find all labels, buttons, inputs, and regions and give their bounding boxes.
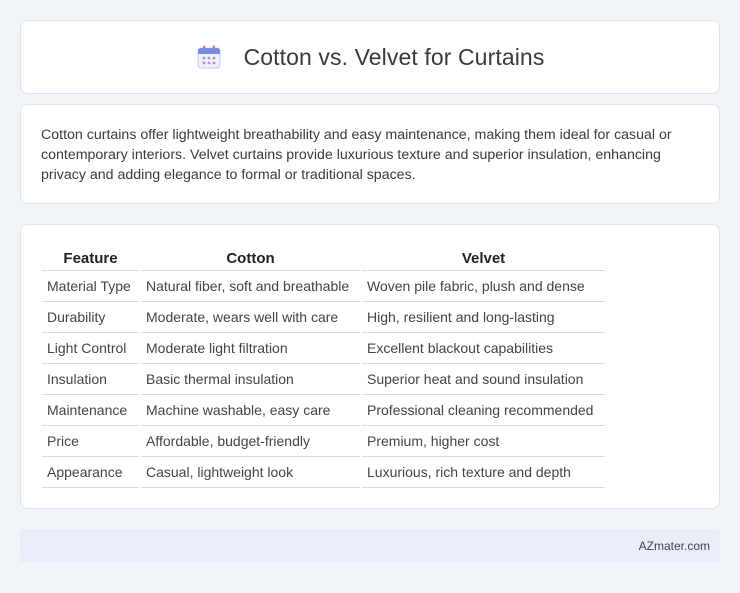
- cell-velvet: Superior heat and sound insulation: [362, 364, 605, 395]
- cell-feature: Price: [42, 426, 139, 457]
- cell-cotton: Machine washable, easy care: [141, 395, 360, 426]
- cell-feature: Material Type: [42, 271, 139, 302]
- cell-velvet: Premium, higher cost: [362, 426, 605, 457]
- intro-paragraph: Cotton curtains offer lightweight breath…: [41, 127, 672, 183]
- cell-cotton: Basic thermal insulation: [141, 364, 360, 395]
- cell-velvet: Woven pile fabric, plush and dense: [362, 271, 605, 302]
- title-wrap: Cotton vs. Velvet for Curtains: [196, 44, 545, 71]
- table-header-row: Feature Cotton Velvet: [42, 247, 605, 271]
- cell-cotton: Casual, lightweight look: [141, 457, 360, 488]
- cell-feature: Appearance: [42, 457, 139, 488]
- cell-cotton: Moderate light filtration: [141, 333, 360, 364]
- cell-velvet: Professional cleaning recommended: [362, 395, 605, 426]
- cell-feature: Light Control: [42, 333, 139, 364]
- page-title: Cotton vs. Velvet for Curtains: [243, 43, 545, 70]
- table-row: Material Type Natural fiber, soft and br…: [42, 271, 605, 302]
- table-row: Durability Moderate, wears well with car…: [42, 302, 605, 333]
- table-row: Insulation Basic thermal insulation Supe…: [42, 364, 605, 395]
- cell-feature: Insulation: [42, 364, 139, 395]
- header-feature: Feature: [42, 247, 139, 271]
- footer-bar: AZmater.com: [20, 529, 720, 562]
- footer-brand: AZmater.com: [638, 539, 710, 553]
- cell-feature: Durability: [42, 302, 139, 333]
- cell-cotton: Natural fiber, soft and breathable: [141, 271, 360, 302]
- header-cotton: Cotton: [141, 247, 360, 271]
- cell-feature: Maintenance: [42, 395, 139, 426]
- table-row: Light Control Moderate light filtration …: [42, 333, 605, 364]
- header-velvet: Velvet: [362, 247, 605, 271]
- comparison-table: Feature Cotton Velvet Material Type Natu…: [40, 247, 607, 488]
- table-row: Appearance Casual, lightweight look Luxu…: [42, 457, 605, 488]
- cell-cotton: Affordable, budget-friendly: [141, 426, 360, 457]
- table-card: Feature Cotton Velvet Material Type Natu…: [20, 224, 720, 509]
- title-card: Cotton vs. Velvet for Curtains: [20, 20, 720, 94]
- intro-card: Cotton curtains offer lightweight breath…: [20, 104, 720, 204]
- cell-velvet: Excellent blackout capabilities: [362, 333, 605, 364]
- calendar-icon: [196, 44, 222, 70]
- cell-cotton: Moderate, wears well with care: [141, 302, 360, 333]
- cell-velvet: High, resilient and long-lasting: [362, 302, 605, 333]
- table-row: Maintenance Machine washable, easy care …: [42, 395, 605, 426]
- table-row: Price Affordable, budget-friendly Premiu…: [42, 426, 605, 457]
- cell-velvet: Luxurious, rich texture and depth: [362, 457, 605, 488]
